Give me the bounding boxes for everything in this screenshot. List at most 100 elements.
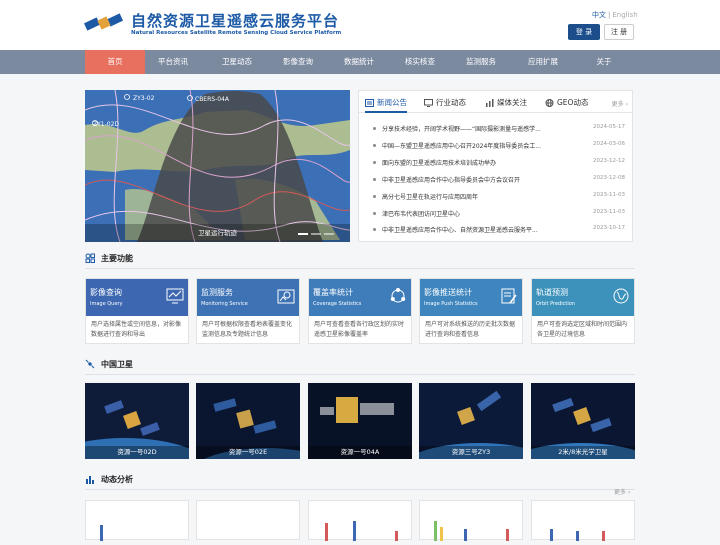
feature-card-push-stats[interactable]: 影像推送统计 Image Push Statistics 用户可对系统推送的历史…	[419, 278, 523, 344]
language-switch: 中文 | English	[592, 10, 638, 20]
chart-icon	[486, 98, 494, 107]
feature-header: 影像查询 Image Query	[86, 279, 188, 316]
lang-chinese[interactable]: 中文	[592, 11, 606, 19]
sat-label-zy1: ZY1-02D	[93, 121, 119, 128]
satellite-name: 资源三号ZY3	[419, 446, 523, 459]
login-button[interactable]: 登 录	[568, 24, 600, 40]
register-button[interactable]: 注 册	[604, 24, 634, 40]
bullet-icon	[373, 212, 376, 215]
news-item[interactable]: 中国—东盟卫星遥感应用中心召开2024年度指导委员会工... 2024-03-06	[373, 140, 625, 152]
feature-description: 用户选择属性或空间信息，对影像数据进行查询和导出	[91, 321, 182, 338]
newspaper-icon	[365, 98, 374, 107]
monitor-chart-icon	[166, 288, 184, 304]
satellite-card[interactable]: 资源三号ZY3	[419, 383, 523, 459]
stats-card[interactable]	[85, 500, 189, 541]
globe-icon	[545, 98, 554, 107]
section-divider	[85, 268, 635, 269]
section-divider	[85, 489, 635, 490]
nav-image-query[interactable]: 影像查询	[268, 50, 328, 74]
tab-media[interactable]: 媒体关注	[485, 97, 527, 108]
feature-card-orbit[interactable]: 轨道预测 Orbit Prediction 用户可查询选定区域和时间范围内各卫星…	[531, 278, 635, 344]
nav-satellite-news[interactable]: 卫星动态	[207, 50, 267, 74]
satellite-card[interactable]: 2米/8米光学卫星	[531, 383, 635, 459]
feature-title: 轨道预测	[536, 288, 568, 297]
feature-subtitle: Coverage Statistics	[313, 301, 362, 307]
satellites-section-header: 中国卫星	[85, 356, 133, 372]
lang-english[interactable]: English	[612, 11, 637, 19]
news-title: 分享技术经验，开阔学术视野——“国际摄影测量与遥感学...	[382, 126, 541, 133]
carousel-dot[interactable]	[324, 233, 334, 235]
satellite-card[interactable]: 资源一号02E	[196, 383, 300, 459]
nav-about[interactable]: 关于	[574, 50, 634, 74]
news-item[interactable]: 高分七号卫星在轨运行与应用四周年 2023-11-03	[373, 191, 625, 203]
news-date: 2023-10-17	[593, 225, 625, 231]
analysis-more-link[interactable]: 更多 ›	[614, 487, 630, 496]
stats-card[interactable]	[308, 500, 412, 541]
analysis-section-header: 动态分析	[85, 471, 133, 487]
news-item[interactable]: 分享技术经验，开阔学术视野——“国际摄影测量与遥感学... 2024-05-17	[373, 123, 625, 135]
globe-icon	[613, 288, 629, 304]
news-date: 2023-11-03	[593, 209, 625, 215]
feature-description: 用户可根据权限查看地表覆盖变化监测信息及专题统计信息	[202, 321, 293, 338]
feature-description: 用户可查看查看各行政区划的实时遥感卫星影像覆盖率	[314, 321, 405, 338]
section-title: 动态分析	[101, 474, 133, 484]
document-edit-icon	[501, 288, 517, 304]
tab-industry-label: 行业动态	[436, 98, 466, 107]
feature-title: 监测服务	[201, 288, 233, 297]
stats-card[interactable]	[196, 500, 300, 540]
section-divider	[85, 374, 635, 375]
news-item[interactable]: 中非卫星遥感应用合作中心指导委员会中方会议召开 2023-12-08	[373, 174, 625, 186]
tab-geo[interactable]: GEO动态	[545, 97, 588, 108]
bullet-icon	[373, 144, 376, 147]
tab-industry[interactable]: 行业动态	[424, 97, 466, 108]
sat-label-zy3: ZY3-02	[133, 95, 155, 102]
feature-card-coverage[interactable]: 覆盖率统计 Coverage Statistics 用户可查看查看各行政区划的实…	[308, 278, 412, 344]
carousel-dot[interactable]	[311, 233, 321, 235]
lang-separator: |	[608, 11, 611, 19]
nav-home[interactable]: 首页	[85, 50, 145, 74]
features-section-header: 主要功能	[85, 250, 133, 266]
satellite-name: 资源一号02E	[196, 446, 300, 459]
nav-monitoring[interactable]: 监测服务	[451, 50, 511, 74]
feature-header: 覆盖率统计 Coverage Statistics	[309, 279, 411, 316]
feature-subtitle: Monitoring Service	[201, 301, 248, 307]
stats-card[interactable]	[531, 500, 635, 541]
bullet-icon	[373, 228, 376, 231]
feature-subtitle: Image Query	[90, 301, 123, 307]
news-title: 中非卫星遥感应用合作中心指导委员会中方会议召开	[382, 177, 521, 184]
feature-subtitle: Image Push Statistics	[424, 301, 478, 307]
nav-extensions[interactable]: 应用扩展	[513, 50, 573, 74]
nav-verification[interactable]: 核实核查	[390, 50, 450, 74]
site-title: 自然资源卫星遥感云服务平台	[131, 12, 340, 30]
carousel-dot[interactable]	[298, 233, 308, 235]
news-more-label: 更多	[611, 101, 624, 108]
grid-icon	[85, 253, 95, 263]
news-more-link[interactable]: 更多 ›	[612, 99, 628, 108]
news-item[interactable]: 面向东盟的卫星遥感应用技术培训成功举办 2023-12-12	[373, 157, 625, 169]
carousel-dots	[298, 233, 334, 235]
bullet-icon	[373, 178, 376, 181]
news-title: 中国—东盟卫星遥感应用中心召开2024年度指导委员会工...	[382, 143, 541, 150]
orbit-carousel[interactable]: ZY3-02 CBERS-04A ZY1-02D 卫星运行轨迹	[85, 90, 350, 242]
feature-card-image-query[interactable]: 影像查询 Image Query 用户选择属性或空间信息，对影像数据进行查询和导…	[85, 278, 189, 344]
news-item[interactable]: 津巴布韦代表团访问卫星中心 2023-11-03	[373, 208, 625, 220]
satellite-name: 2米/8米光学卫星	[531, 446, 635, 459]
feature-description: 用户可对系统推送的历史批次数据进行查询和查看信息	[425, 321, 516, 338]
stats-card[interactable]	[419, 500, 523, 541]
satellite-card[interactable]: 资源一号02D	[85, 383, 189, 459]
nav-platform-news[interactable]: 平台资讯	[143, 50, 203, 74]
news-title: 面向东盟的卫星遥感应用技术培训成功举办	[382, 160, 497, 167]
feature-header: 轨道预测 Orbit Prediction	[532, 279, 634, 316]
tab-news[interactable]: 新闻公告	[365, 97, 407, 113]
monitor-icon	[424, 98, 433, 107]
news-item[interactable]: 中非卫星遥感应用合作中心、自然资源卫星遥感云服务平... 2023-10-17	[373, 224, 625, 236]
nav-data-statistics[interactable]: 数据统计	[329, 50, 389, 74]
feature-card-monitoring[interactable]: 监测服务 Monitoring Service 用户可根据权限查看地表覆盖变化监…	[196, 278, 300, 344]
satellite-card[interactable]: 资源一号04A	[308, 383, 412, 459]
section-title: 主要功能	[101, 253, 133, 263]
satellite-icon	[85, 359, 95, 369]
news-title: 中非卫星遥感应用合作中心、自然资源卫星遥感云服务平...	[382, 227, 538, 234]
satellite-logo-icon	[84, 13, 124, 31]
chevron-right-icon: ›	[625, 101, 628, 108]
tab-geo-label: GEO动态	[557, 98, 589, 107]
